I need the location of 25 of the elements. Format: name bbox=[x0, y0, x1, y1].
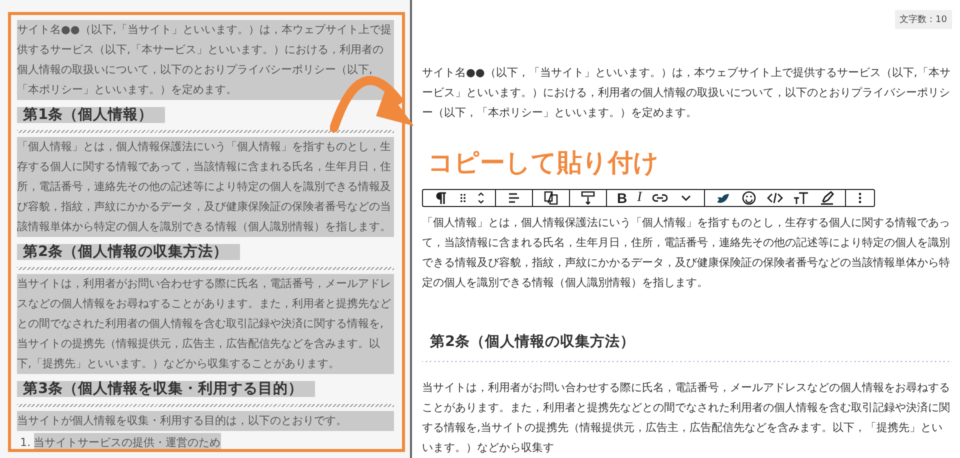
emoji-icon[interactable] bbox=[740, 190, 757, 206]
section-heading[interactable]: 第2条（個人情報の収集方法） bbox=[430, 334, 636, 350]
paragraph-text: 当サイトは，利用者がお問い合わせする際に氏名，電話番号，メールアドレスなどの個人情報をお尋ねすることがあります。また，利用者と提携先などとの間でなされた利用者の個人情報を含む取引記録や決済に関する情報を,当サイトの提携先（情報提供元，広告主，広告配信先などを含みます。以下,「提携先」といいます。）などから収集することがあります。 bbox=[17, 274, 394, 374]
paragraph-text: サイト名●●（以下,「当サイト」といいます。）は，本ウェブサイト上で提供するサービス（以下,「本サービス」といいます。）における，利用者の個人情報の取扱いについて，以下のとおりプライバシーポリシー（以下,「本ポリシー」といいます。）を定めます。 bbox=[17, 20, 394, 100]
section-heading: 第3条（個人情報を収集・利用する目的） bbox=[17, 381, 316, 397]
paragraph-text[interactable]: 当サイトは，利用者がお問い合わせする際に氏名，電話番号，メールアドレスなどの個人情報をお尋ねすることがあります。また，利用者と提携先などとの間でなされた利用者の個人情報を含む取引記録や決済に関する情報を,当サイトの提携先（情報提供元，広告主，広告配信先などを含みます。以下，「提携先」といいます。）などから収集す bbox=[422, 378, 952, 458]
word-count-badge: 文字数：10 bbox=[894, 10, 952, 29]
highlighter-icon[interactable] bbox=[818, 190, 835, 206]
text-size-icon[interactable] bbox=[792, 190, 809, 206]
translate-icon[interactable] bbox=[543, 190, 559, 206]
paragraph-text: 「個人情報」とは，個人情報保護法にいう「個人情報」を指すものとし，生存する個人に関する情報であって，当該情報に含まれる氏名，生年月日，住所，電話番号，連絡先その他の記述等により特定の個人を識別できる情報及び容貌，指紋，声紋にかかるデータ，及び健康保険証の保険者番号などの当該情報単体から特定の個人を識別できる情報（個人識別情報）を指します。 bbox=[17, 137, 394, 237]
section-heading: 第1条（個人情報） bbox=[17, 107, 166, 123]
list-item-text: 当サイトサービスの提供・運営のため bbox=[34, 433, 221, 449]
list-number: 1. bbox=[20, 435, 31, 449]
annotation-label: コピーして貼り付け bbox=[428, 147, 659, 179]
italic-button[interactable]: I bbox=[637, 190, 642, 206]
paragraph-text[interactable]: 「個人情報」とは，個人情報保護法にいう「個人情報」を指すものとし，生存する個人に関する情報であって，当該情報に含まれる氏名，生年月日，住所，電話番号，連絡先その他の記述等により特定の個人を識別できる情報及び容貌，指紋，声紋にかかるデータ，及び健康保険証の保険者番号などの当該情報単体から特定の個人を識別できる情報（個人識別情報）を指します。 bbox=[422, 213, 952, 293]
spacing-icon[interactable] bbox=[580, 190, 596, 206]
section-heading: 第2条（個人情報の収集方法） bbox=[17, 244, 240, 260]
paragraph-text: 当サイトが個人情報を収集・利用する目的は，以下のとおりです。 bbox=[17, 411, 394, 431]
paragraph-icon[interactable] bbox=[433, 190, 449, 206]
bold-button[interactable]: B bbox=[617, 190, 628, 206]
paragraph-text[interactable]: サイト名●●（以下，「当サイト」といいます。）は，本ウェブサイト上で提供するサービス（以下,「本サービス」といいます。）における，利用者の個人情報の取扱いについて，以下のとおりプライバシーポリシー（以下，「本ポリシー」といいます。）を定めます。 bbox=[422, 63, 952, 123]
code-icon[interactable] bbox=[766, 190, 783, 206]
move-up-down-icon[interactable] bbox=[477, 190, 485, 206]
